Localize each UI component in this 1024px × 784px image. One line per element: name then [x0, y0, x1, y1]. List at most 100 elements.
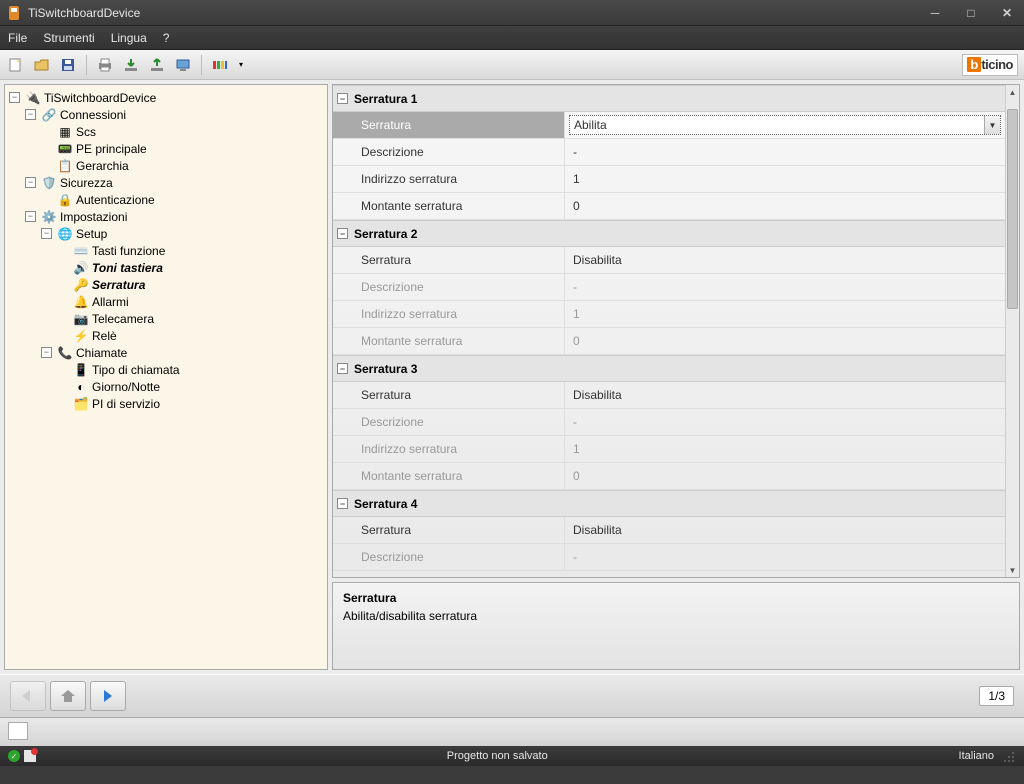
scroll-thumb[interactable] — [1007, 109, 1018, 309]
print-icon[interactable] — [95, 55, 115, 75]
combo-input[interactable]: Abilita▼ — [569, 115, 1001, 135]
device-icon[interactable] — [173, 55, 193, 75]
collapse-icon[interactable]: − — [25, 211, 36, 222]
tree-scs[interactable]: ▦Scs — [41, 123, 325, 140]
collapse-icon[interactable]: − — [337, 93, 348, 104]
collapse-icon[interactable]: − — [41, 228, 52, 239]
resize-grip-icon[interactable] — [1002, 749, 1016, 763]
property-value[interactable]: Abilita▼ — [565, 112, 1005, 138]
tree-impostazioni[interactable]: − ⚙️ Impostazioni — [25, 208, 325, 225]
tree-toni[interactable]: 🔊Toni tastiera — [57, 259, 325, 276]
collapse-icon[interactable]: − — [25, 109, 36, 120]
property-value[interactable]: 1 — [565, 166, 1005, 192]
menu-lingua[interactable]: Lingua — [111, 31, 147, 45]
menu-help[interactable]: ? — [163, 31, 170, 45]
property-row[interactable]: Montante serratura0 — [333, 328, 1005, 355]
property-row[interactable]: Indirizzo serratura1 — [333, 301, 1005, 328]
menubar: File Strumenti Lingua ? — [0, 26, 1024, 50]
close-button[interactable]: ✕ — [996, 6, 1018, 20]
shield-icon: 🛡️ — [41, 175, 57, 191]
tree-pi[interactable]: 🗂️PI di servizio — [57, 395, 325, 412]
property-group-header[interactable]: −Serratura 2 — [333, 220, 1005, 247]
property-group-header[interactable]: −Serratura 3 — [333, 355, 1005, 382]
collapse-icon[interactable]: − — [337, 228, 348, 239]
tree-pe[interactable]: 📟PE principale — [41, 140, 325, 157]
menu-file[interactable]: File — [8, 31, 27, 45]
collapse-icon[interactable]: − — [337, 498, 348, 509]
property-row[interactable]: SerraturaDisabilita — [333, 382, 1005, 409]
tree-allarmi[interactable]: 🔔Allarmi — [57, 293, 325, 310]
property-value[interactable]: - — [565, 139, 1005, 165]
tree-label: Connessioni — [60, 108, 126, 122]
property-group-header[interactable]: −Serratura 1 — [333, 85, 1005, 112]
new-icon[interactable] — [6, 55, 26, 75]
property-row[interactable]: SerraturaAbilita▼ — [333, 112, 1005, 139]
collapse-icon[interactable]: − — [25, 177, 36, 188]
open-icon[interactable] — [32, 55, 52, 75]
property-row[interactable]: SerraturaDisabilita — [333, 247, 1005, 274]
tree-gn[interactable]: ◐Giorno/Notte — [57, 378, 325, 395]
property-label: Montante serratura — [333, 463, 565, 489]
scroll-down-icon[interactable]: ▼ — [1006, 563, 1019, 577]
property-row[interactable]: Indirizzo serratura1 — [333, 166, 1005, 193]
upload-icon[interactable] — [147, 55, 167, 75]
palette-icon[interactable] — [210, 55, 230, 75]
service-icon: 🗂️ — [73, 396, 89, 412]
tree-telecamera[interactable]: 📷Telecamera — [57, 310, 325, 327]
nav-forward-button[interactable] — [90, 681, 126, 711]
tree-label: Scs — [76, 125, 96, 139]
tree-chiamate[interactable]: − 📞 Chiamate — [41, 344, 325, 361]
sound-icon: 🔊 — [73, 260, 89, 276]
property-row[interactable]: Montante serratura0 — [333, 463, 1005, 490]
app-icon — [6, 5, 22, 21]
vertical-scrollbar[interactable]: ▲ ▼ — [1005, 85, 1019, 577]
property-row[interactable]: Descrizione- — [333, 409, 1005, 436]
collapse-icon[interactable]: − — [41, 347, 52, 358]
nav-back-button[interactable] — [10, 681, 46, 711]
tree-tasti[interactable]: ⌨️Tasti funzione — [57, 242, 325, 259]
property-row[interactable]: SerraturaDisabilita — [333, 517, 1005, 544]
tree-label: TiSwitchboardDevice — [44, 91, 156, 105]
status-page-icon — [24, 750, 36, 762]
tree-connessioni[interactable]: − 🔗 Connessioni — [25, 106, 325, 123]
collapse-icon[interactable]: − — [9, 92, 20, 103]
property-group-header[interactable]: −Serratura 4 — [333, 490, 1005, 517]
property-row[interactable]: Descrizione- — [333, 139, 1005, 166]
tree-serratura[interactable]: 🔑Serratura — [57, 276, 325, 293]
menu-strumenti[interactable]: Strumenti — [43, 31, 94, 45]
collapse-icon[interactable]: − — [337, 363, 348, 374]
property-row[interactable]: Indirizzo serratura1 — [333, 436, 1005, 463]
property-value[interactable]: Disabilita — [565, 382, 1005, 408]
minimize-button[interactable]: ─ — [924, 6, 946, 20]
property-label: Serratura — [333, 247, 565, 273]
tree-setup[interactable]: − 🌐 Setup — [41, 225, 325, 242]
dropdown-icon[interactable]: ▾ — [236, 55, 246, 75]
tree-label: Setup — [76, 227, 107, 241]
tree-label: Relè — [92, 329, 117, 343]
module-icon: ▦ — [57, 124, 73, 140]
alarm-icon: 🔔 — [73, 294, 89, 310]
toolbar: ▾ bticino — [0, 50, 1024, 80]
scroll-up-icon[interactable]: ▲ — [1006, 85, 1019, 99]
tree-gerarchia[interactable]: 📋Gerarchia — [41, 157, 325, 174]
property-value[interactable]: Disabilita — [565, 517, 1005, 543]
property-panel: −Serratura 1SerraturaAbilita▼Descrizione… — [332, 84, 1020, 578]
titlebar: TiSwitchboardDevice ─ □ ✕ — [0, 0, 1024, 26]
save-icon[interactable] — [58, 55, 78, 75]
property-value[interactable]: 0 — [565, 193, 1005, 219]
tree-rele[interactable]: ⚡Relè — [57, 327, 325, 344]
tree-tipo[interactable]: 📱Tipo di chiamata — [57, 361, 325, 378]
device-icon: 🔌 — [25, 90, 41, 106]
maximize-button[interactable]: □ — [960, 6, 982, 20]
color-box[interactable] — [8, 722, 28, 740]
tree-root[interactable]: − 🔌 TiSwitchboardDevice — [9, 89, 325, 106]
tree-autenticazione[interactable]: 🔒Autenticazione — [41, 191, 325, 208]
property-value[interactable]: Disabilita — [565, 247, 1005, 273]
property-row[interactable]: Descrizione- — [333, 544, 1005, 571]
tree-sicurezza[interactable]: − 🛡️ Sicurezza — [25, 174, 325, 191]
download-icon[interactable] — [121, 55, 141, 75]
property-row[interactable]: Montante serratura0 — [333, 193, 1005, 220]
nav-home-button[interactable] — [50, 681, 86, 711]
chevron-down-icon[interactable]: ▼ — [984, 116, 1000, 134]
property-row[interactable]: Descrizione- — [333, 274, 1005, 301]
